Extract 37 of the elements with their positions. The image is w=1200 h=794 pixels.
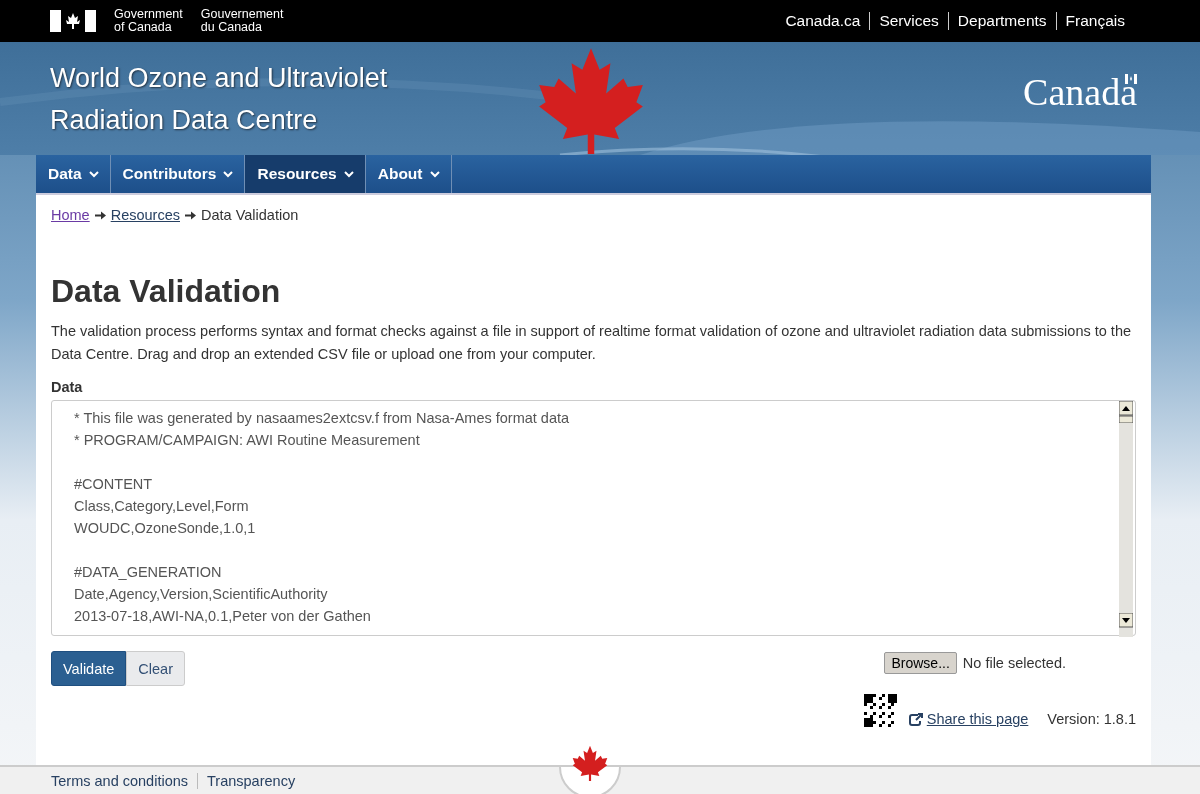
arrow-right-icon <box>94 210 106 220</box>
canada-wordmark: Canada <box>1023 71 1137 112</box>
nav-tab[interactable]: Data <box>36 155 111 193</box>
footer-link[interactable]: Terms and conditions <box>50 772 197 789</box>
gouvernement-du-canada-text: Gouvernement du Canada <box>200 8 284 34</box>
arrow-right-icon <box>185 210 196 220</box>
nav-tab[interactable]: Resources <box>245 155 366 193</box>
chevron-down-icon <box>223 170 234 178</box>
share-link[interactable]: Share this page <box>908 711 1029 727</box>
clear-button[interactable]: Clear <box>126 651 185 686</box>
chevron-down-icon <box>429 170 440 178</box>
breadcrumb-link[interactable]: Home <box>51 207 90 223</box>
site-title: World Ozone and Ultraviolet Radiation Data Centre <box>50 61 388 137</box>
chevron-down-icon <box>88 170 99 178</box>
breadcrumb-current: Data Validation <box>201 207 299 223</box>
government-of-canada-text: Government of Canada <box>114 8 183 34</box>
validate-button[interactable]: Validate <box>51 651 127 686</box>
nav-tab[interactable]: About <box>365 155 452 193</box>
data-text-area[interactable]: * This file was generated by nasaames2extcsv.f from Nasa-Ames format data * PROGRAM/CAMPAIGN: AWI Routine Measurement #CONTENT Class,Category,Level,Form WOUDC,OzoneSonde,1.0,1 #DATA_GENERATION Date,Agency,Version,ScientificAuthority 2013-07-18,AWI-NA,0.1,Peter von der Gathen <box>51 400 1136 636</box>
scroll-up-icon[interactable] <box>1119 401 1133 423</box>
file-status: No file selected. <box>962 655 1066 671</box>
breadcrumb-link[interactable]: Resources <box>110 207 180 223</box>
footer-link[interactable]: Transparency <box>197 772 305 789</box>
top-link[interactable]: Services <box>869 12 948 30</box>
top-link[interactable]: Canada.ca <box>776 12 870 30</box>
field-label: Data <box>51 379 84 395</box>
browse-button[interactable]: Browse... <box>884 652 957 674</box>
page-heading: Data Validation <box>51 273 282 310</box>
qr-code-icon <box>863 694 897 727</box>
flag-icon <box>50 10 96 32</box>
intro-paragraph: The validation process performs syntax and format checks against a file in support of realtime format validation of ozone and ultraviolet radiation data submissions to the Data Centre. Drag and drop an extended CSV file or upload one from your computer. <box>51 322 1132 364</box>
version-text: Version: 1.8.1 <box>1047 711 1136 727</box>
chevron-down-icon <box>343 170 354 178</box>
top-link[interactable]: Departments <box>947 12 1056 30</box>
top-link[interactable]: Français <box>1055 12 1134 30</box>
scrollbar[interactable] <box>1119 401 1133 637</box>
share-icon <box>908 712 923 726</box>
